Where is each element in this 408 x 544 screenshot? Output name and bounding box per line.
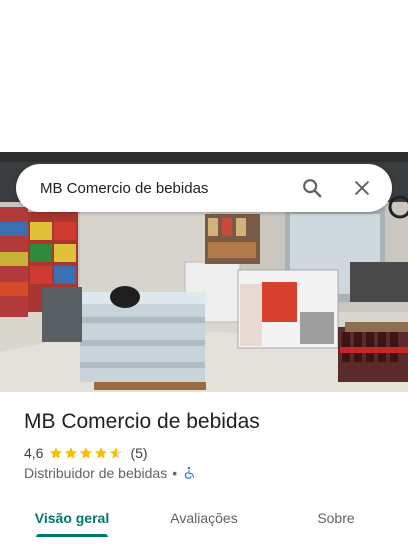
tab-label: Sobre (317, 510, 355, 526)
blank-map-area (0, 0, 408, 152)
active-tab-indicator (36, 534, 108, 537)
search-bar[interactable]: MB Comercio de bebidas (16, 164, 392, 212)
place-title: MB Comercio de bebidas (24, 410, 260, 433)
rating-value: 4,6 (24, 445, 44, 461)
close-icon (355, 181, 369, 195)
separator-dot: • (172, 465, 178, 481)
tab-reviews[interactable]: Avaliações (144, 496, 264, 540)
rating-row[interactable]: 4,6 (5) (24, 445, 148, 461)
review-count[interactable]: (5) (130, 445, 147, 461)
star-icon (65, 447, 78, 459)
clear-search-button[interactable] (344, 170, 380, 206)
tab-overview[interactable]: Visão geral (0, 496, 144, 540)
place-tabs: Visão geral Avaliações Sobre (0, 496, 408, 540)
star-icon (50, 447, 63, 459)
tab-label: Visão geral (34, 510, 110, 526)
star-icon (95, 447, 108, 459)
wheelchair-icon (184, 466, 195, 479)
half-star-icon (110, 447, 123, 459)
star-icon (80, 447, 93, 459)
search-button[interactable] (294, 170, 330, 206)
tab-about[interactable]: Sobre (264, 496, 408, 540)
star-rating (49, 446, 124, 460)
search-input[interactable]: MB Comercio de bebidas (40, 180, 294, 197)
place-category: Distribuidor de bebidas (24, 465, 168, 481)
place-info-panel: MB Comercio de bebidas 4,6 (5) Distribui… (0, 392, 408, 544)
category-row: Distribuidor de bebidas • (24, 465, 196, 481)
tab-label: Avaliações (170, 510, 238, 526)
search-icon (303, 179, 322, 198)
